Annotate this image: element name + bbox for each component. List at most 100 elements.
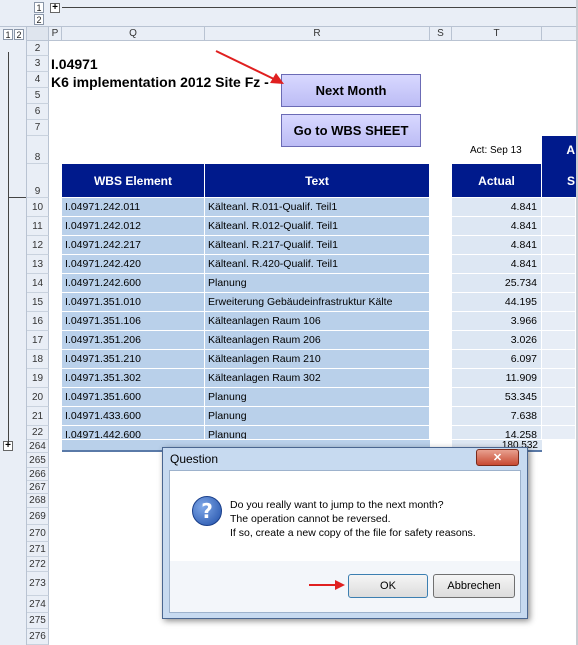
next-month-button[interactable]: Next Month bbox=[281, 74, 421, 107]
next-column-cell[interactable] bbox=[542, 312, 576, 331]
row-header[interactable]: 272 bbox=[27, 557, 49, 572]
row-header[interactable]: 276 bbox=[27, 629, 49, 645]
text-cell[interactable]: Planung bbox=[205, 426, 430, 440]
row-outline-level-2[interactable]: 2 bbox=[14, 29, 24, 40]
next-column-cell[interactable] bbox=[542, 331, 576, 350]
actual-cell[interactable]: 14.258 bbox=[452, 426, 542, 440]
text-cell[interactable]: Kälteanlagen Raum 206 bbox=[205, 331, 430, 350]
text-cell[interactable]: Kälteanlagen Raum 106 bbox=[205, 312, 430, 331]
row-header[interactable]: 270 bbox=[27, 525, 49, 542]
next-column-cell[interactable] bbox=[542, 255, 576, 274]
text-cell[interactable]: Kälteanlagen Raum 302 bbox=[205, 369, 430, 388]
next-column-cell[interactable] bbox=[542, 388, 576, 407]
wbs-cell[interactable]: I.04971.351.600 bbox=[62, 388, 205, 407]
row-header[interactable]: 11 bbox=[27, 217, 49, 236]
row-header[interactable]: 274 bbox=[27, 596, 49, 613]
col-header-q[interactable]: Q bbox=[62, 27, 205, 41]
col-header-p[interactable]: P bbox=[49, 27, 62, 41]
next-column-cell[interactable] bbox=[542, 274, 576, 293]
wbs-cell[interactable]: I.04971.351.106 bbox=[62, 312, 205, 331]
row-header[interactable]: 10 bbox=[27, 198, 49, 217]
actual-cell[interactable]: 44.195 bbox=[452, 293, 542, 312]
row-header[interactable]: 20 bbox=[27, 388, 49, 407]
text-cell[interactable]: Kälteanl. R.011-Qualif. Teil1 bbox=[205, 198, 430, 217]
row-header[interactable]: 273 bbox=[27, 572, 49, 596]
row-header[interactable]: 9 bbox=[27, 164, 49, 198]
next-column-cell[interactable] bbox=[542, 369, 576, 388]
text-cell[interactable]: Planung bbox=[205, 388, 430, 407]
row-header[interactable]: 267 bbox=[27, 481, 49, 494]
next-column-cell[interactable] bbox=[542, 350, 576, 369]
row-header[interactable]: 15 bbox=[27, 293, 49, 312]
text-cell[interactable]: Erweiterung Gebäudeinfrastruktur Kälte bbox=[205, 293, 430, 312]
text-cell[interactable]: Planung bbox=[205, 407, 430, 426]
wbs-cell[interactable]: I.04971.242.420 bbox=[62, 255, 205, 274]
actual-cell[interactable]: 6.097 bbox=[452, 350, 542, 369]
wbs-cell[interactable]: I.04971.242.011 bbox=[62, 198, 205, 217]
row-header[interactable]: 19 bbox=[27, 369, 49, 388]
col-outline-level-1[interactable]: 1 bbox=[34, 2, 44, 13]
select-all-corner[interactable] bbox=[27, 27, 49, 41]
actual-cell[interactable]: 3.966 bbox=[452, 312, 542, 331]
text-cell[interactable]: Kälteanl. R.217-Qualif. Teil1 bbox=[205, 236, 430, 255]
row-header[interactable]: 17 bbox=[27, 331, 49, 350]
col-expand-button[interactable]: + bbox=[50, 3, 60, 13]
row-header[interactable]: 268 bbox=[27, 494, 49, 508]
cancel-button[interactable]: Abbrechen bbox=[433, 574, 515, 598]
text-cell[interactable]: Kälteanl. R.420-Qualif. Teil1 bbox=[205, 255, 430, 274]
text-cell[interactable]: Kälteanlagen Raum 210 bbox=[205, 350, 430, 369]
wbs-cell[interactable]: I.04971.242.217 bbox=[62, 236, 205, 255]
wbs-cell[interactable]: I.04971.242.600 bbox=[62, 274, 205, 293]
wbs-cell[interactable]: I.04971.351.206 bbox=[62, 331, 205, 350]
row-header[interactable]: 266 bbox=[27, 468, 49, 481]
dialog-close-button[interactable]: ✕ bbox=[476, 449, 519, 466]
row-header[interactable]: 264 bbox=[27, 440, 49, 453]
actual-cell[interactable]: 4.841 bbox=[452, 198, 542, 217]
actual-cell[interactable]: 4.841 bbox=[452, 217, 542, 236]
actual-cell[interactable]: 11.909 bbox=[452, 369, 542, 388]
row-outline-level-1[interactable]: 1 bbox=[3, 29, 13, 40]
row-header[interactable]: 22 bbox=[27, 426, 49, 440]
text-cell[interactable]: Planung bbox=[205, 274, 430, 293]
row-header[interactable]: 13 bbox=[27, 255, 49, 274]
actual-cell[interactable]: 25.734 bbox=[452, 274, 542, 293]
row-header[interactable]: 271 bbox=[27, 542, 49, 557]
wbs-cell[interactable]: I.04971.351.210 bbox=[62, 350, 205, 369]
row-header[interactable]: 6 bbox=[27, 104, 49, 120]
row-header[interactable]: 5 bbox=[27, 88, 49, 104]
actual-cell[interactable]: 4.841 bbox=[452, 236, 542, 255]
go-to-wbs-sheet-button[interactable]: Go to WBS SHEET bbox=[281, 114, 421, 147]
actual-cell[interactable]: 4.841 bbox=[452, 255, 542, 274]
wbs-cell[interactable]: I.04971.433.600 bbox=[62, 407, 205, 426]
actual-cell[interactable]: 3.026 bbox=[452, 331, 542, 350]
row-header[interactable]: 18 bbox=[27, 350, 49, 369]
col-outline-level-2[interactable]: 2 bbox=[34, 14, 44, 25]
row-header[interactable]: 265 bbox=[27, 453, 49, 468]
row-header[interactable]: 275 bbox=[27, 613, 49, 629]
col-header-u[interactable] bbox=[542, 27, 578, 41]
row-header[interactable]: 7 bbox=[27, 120, 49, 136]
actual-cell[interactable]: 7.638 bbox=[452, 407, 542, 426]
row-header[interactable]: 12 bbox=[27, 236, 49, 255]
row-header[interactable]: 21 bbox=[27, 407, 49, 426]
row-header[interactable]: 4 bbox=[27, 72, 49, 88]
row-header[interactable]: 2 bbox=[27, 41, 49, 56]
next-column-cell[interactable] bbox=[542, 426, 576, 440]
next-column-cell[interactable] bbox=[542, 198, 576, 217]
wbs-cell[interactable]: I.04971.351.302 bbox=[62, 369, 205, 388]
wbs-cell[interactable]: I.04971.351.010 bbox=[62, 293, 205, 312]
next-column-cell[interactable] bbox=[542, 293, 576, 312]
col-header-s[interactable]: S bbox=[430, 27, 452, 41]
next-column-cell[interactable] bbox=[542, 236, 576, 255]
next-column-cell[interactable] bbox=[542, 217, 576, 236]
col-header-r[interactable]: R bbox=[205, 27, 430, 41]
actual-cell[interactable]: 53.345 bbox=[452, 388, 542, 407]
row-header[interactable]: 8 bbox=[27, 136, 49, 164]
col-header-t[interactable]: T bbox=[452, 27, 542, 41]
wbs-cell[interactable]: I.04971.242.012 bbox=[62, 217, 205, 236]
next-column-cell[interactable] bbox=[542, 407, 576, 426]
row-header[interactable]: 3 bbox=[27, 56, 49, 72]
text-cell[interactable]: Kälteanl. R.012-Qualif. Teil1 bbox=[205, 217, 430, 236]
row-header[interactable]: 14 bbox=[27, 274, 49, 293]
row-header[interactable]: 16 bbox=[27, 312, 49, 331]
